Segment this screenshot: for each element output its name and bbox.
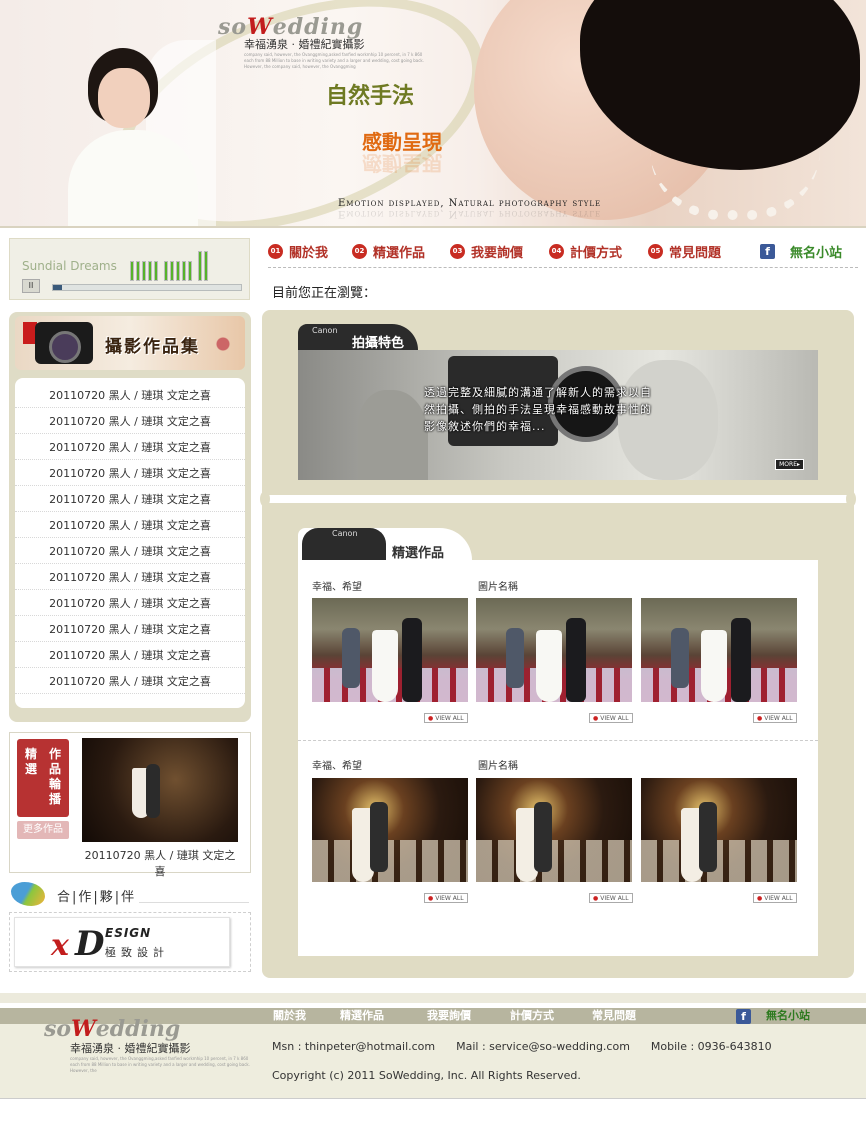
facebook-icon[interactable]: f bbox=[760, 240, 775, 262]
view-all-button[interactable]: VIEW ALL bbox=[424, 893, 468, 903]
number-01-icon: 01 bbox=[268, 243, 283, 259]
nav-inquiry[interactable]: 03 我要詢價 bbox=[450, 240, 523, 262]
camera-icon bbox=[35, 322, 93, 364]
work-title[interactable]: 圖片名稱 bbox=[478, 757, 518, 772]
footer-nav-pricing[interactable]: 計價方式 bbox=[510, 1008, 554, 1024]
footer-fine-print: company said, however, the Ovanggming,as… bbox=[70, 1056, 251, 1073]
gallery-list-item[interactable]: 20110720 黑人 / 璉琪 文定之喜 bbox=[15, 512, 245, 538]
work-photo[interactable] bbox=[312, 778, 468, 882]
header-tagline-reflection: Emotion displayed, Natural photography s… bbox=[338, 208, 602, 219]
footer-nav-inquiry[interactable]: 我要詢價 bbox=[427, 1008, 471, 1024]
featured-photo[interactable] bbox=[82, 738, 238, 842]
features-banner[interactable]: 透過完整及細膩的溝通了解新人的需求以自然拍攝、側拍的手法呈現幸福感動故事性的影像… bbox=[298, 350, 818, 480]
work-photo[interactable] bbox=[641, 598, 797, 702]
view-all-button[interactable]: VIEW ALL bbox=[753, 713, 797, 723]
work-photo[interactable] bbox=[476, 778, 632, 882]
footer-bottom-line bbox=[0, 1098, 866, 1099]
footer-nav-works[interactable]: 精選作品 bbox=[340, 1008, 384, 1024]
work-photo[interactable] bbox=[312, 598, 468, 702]
footer-nav-about[interactable]: 關於我 bbox=[273, 1008, 306, 1024]
number-03-icon: 03 bbox=[450, 243, 465, 259]
features-tab: Canon 拍攝特色 bbox=[298, 324, 418, 351]
work-photo[interactable] bbox=[476, 598, 632, 702]
work-title[interactable]: 幸福、希望 bbox=[312, 578, 362, 593]
view-all-button[interactable]: VIEW ALL bbox=[589, 713, 633, 723]
gallery-list-item[interactable]: 20110720 黑人 / 璉琪 文定之喜 bbox=[15, 382, 245, 408]
view-all-button[interactable]: VIEW ALL bbox=[424, 713, 468, 723]
footer-logo[interactable]: soWedding bbox=[44, 1016, 180, 1042]
slogan-natural: 自然手法 bbox=[326, 84, 415, 109]
works-divider bbox=[298, 740, 818, 741]
partner-box: x D ESIGN 極致設計 bbox=[9, 912, 251, 972]
gallery-list-item[interactable]: 20110720 黑人 / 璉琪 文定之喜 bbox=[15, 408, 245, 434]
view-all-button[interactable]: VIEW ALL bbox=[753, 893, 797, 903]
gallery-list-item[interactable]: 20110720 黑人 / 璉琪 文定之喜 bbox=[15, 486, 245, 512]
number-02-icon: 02 bbox=[352, 243, 367, 259]
nav-wretch-blog[interactable]: 無名小站 bbox=[790, 240, 842, 262]
works-tab-label: 精選作品 bbox=[392, 546, 445, 561]
footer-facebook-icon[interactable]: f bbox=[736, 1009, 751, 1025]
view-all-button[interactable]: VIEW ALL bbox=[589, 893, 633, 903]
logo-subtitle: 幸福湧泉 · 婚禮紀實攝影 bbox=[244, 38, 365, 51]
bride-photo-left bbox=[60, 40, 216, 226]
gallery-list-item[interactable]: 20110720 黑人 / 璉琪 文定之喜 bbox=[15, 642, 245, 668]
gallery-banner-title: 攝影作品集 bbox=[105, 337, 200, 357]
work-title[interactable]: 圖片名稱 bbox=[478, 578, 518, 593]
player-track-title: Sundial Dreams bbox=[22, 259, 117, 273]
nav-faq[interactable]: 05 常見問題 bbox=[648, 240, 721, 262]
works-panel: 幸福、希望 圖片名稱 VIEW ALL VIEW ALL VIEW ALL 幸福… bbox=[298, 560, 818, 956]
works-tab: Canon 精選作品 bbox=[298, 528, 472, 561]
footer-nav-wretch-blog[interactable]: 無名小站 bbox=[766, 1008, 810, 1024]
footer-logo-subtitle: 幸福湧泉 · 婚禮紀實攝影 bbox=[70, 1042, 191, 1055]
number-05-icon: 05 bbox=[648, 243, 663, 259]
partners-heading: 合|作|夥|伴 bbox=[9, 880, 251, 906]
main-nav: 01 關於我 02 精選作品 03 我要詢價 04 計價方式 05 常見問題 f 無名小站 bbox=[268, 238, 858, 268]
featured-caption[interactable]: 20110720 黑人 / 璉琪 文定之喜 bbox=[82, 847, 238, 879]
pause-button[interactable]: II bbox=[22, 279, 40, 293]
footer-top-strip bbox=[0, 993, 866, 1003]
features-tab-label: 拍攝特色 bbox=[352, 336, 405, 351]
gallery-panel: 攝影作品集 20110720 黑人 / 璉琪 文定之喜 20110720 黑人 … bbox=[9, 312, 251, 722]
work-photo[interactable] bbox=[641, 778, 797, 882]
gallery-list-item[interactable]: 20110720 黑人 / 璉琪 文定之喜 bbox=[15, 590, 245, 616]
gallery-list-item[interactable]: 20110720 黑人 / 璉琪 文定之喜 bbox=[15, 538, 245, 564]
work-title[interactable]: 幸福、希望 bbox=[312, 757, 362, 772]
gallery-list-item[interactable]: 20110720 黑人 / 璉琪 文定之喜 bbox=[15, 564, 245, 590]
gallery-list-item[interactable]: 20110720 黑人 / 璉琪 文定之喜 bbox=[15, 434, 245, 460]
handshake-icon bbox=[11, 882, 45, 906]
gallery-list-item[interactable]: 20110720 黑人 / 璉琪 文定之喜 bbox=[15, 616, 245, 642]
footer-nav-faq[interactable]: 常見問題 bbox=[592, 1008, 636, 1024]
bride-photo-right bbox=[460, 0, 866, 226]
footer-contact: Msn : thinpeter@hotmail.com Mail : servi… bbox=[272, 1040, 772, 1053]
header-banner: soWedding 幸福湧泉 · 婚禮紀實攝影 company said, ho… bbox=[0, 0, 866, 228]
panel-divider bbox=[260, 491, 856, 507]
slogan-emotion-reflection: 感動呈現 bbox=[362, 151, 442, 175]
featured-carousel: 精選 作品輪播 更多作品 20110720 黑人 / 璉琪 文定之喜 bbox=[9, 732, 251, 878]
xdesign-partner-logo[interactable]: x D ESIGN 極致設計 bbox=[14, 917, 230, 967]
player-progress-fill bbox=[53, 285, 63, 290]
gallery-list: 20110720 黑人 / 璉琪 文定之喜 20110720 黑人 / 璉琪 文… bbox=[15, 378, 245, 708]
rose-decoration-icon bbox=[195, 324, 245, 364]
gallery-banner[interactable]: 攝影作品集 bbox=[15, 316, 245, 370]
breadcrumb: 目前您正在瀏覽： bbox=[272, 286, 377, 301]
equalizer-icon bbox=[130, 249, 208, 281]
footer-copyright: Copyright (c) 2011 SoWedding, Inc. All R… bbox=[272, 1069, 581, 1082]
nav-about[interactable]: 01 關於我 bbox=[268, 240, 328, 262]
gallery-list-item[interactable]: 20110720 黑人 / 璉琪 文定之喜 bbox=[15, 460, 245, 486]
music-player: Sundial Dreams II bbox=[9, 238, 250, 300]
nav-works[interactable]: 02 精選作品 bbox=[352, 240, 425, 262]
nav-pricing[interactable]: 04 計價方式 bbox=[549, 240, 622, 262]
logo-fine-print: company said, however, the Ovanggming,as… bbox=[244, 52, 425, 69]
number-04-icon: 04 bbox=[549, 243, 564, 259]
gallery-list-item[interactable]: 20110720 黑人 / 璉琪 文定之喜 bbox=[15, 668, 245, 694]
featured-label: 精選 作品輪播 bbox=[17, 739, 69, 817]
more-works-button[interactable]: 更多作品 bbox=[17, 821, 69, 839]
player-progress-bar[interactable] bbox=[52, 284, 242, 291]
features-more-button[interactable]: MORE▸ bbox=[775, 459, 804, 470]
partners-title: 合|作|夥|伴 bbox=[57, 890, 137, 905]
features-text: 透過完整及細膩的溝通了解新人的需求以自然拍攝、側拍的手法呈現幸福感動故事性的影像… bbox=[424, 386, 652, 433]
